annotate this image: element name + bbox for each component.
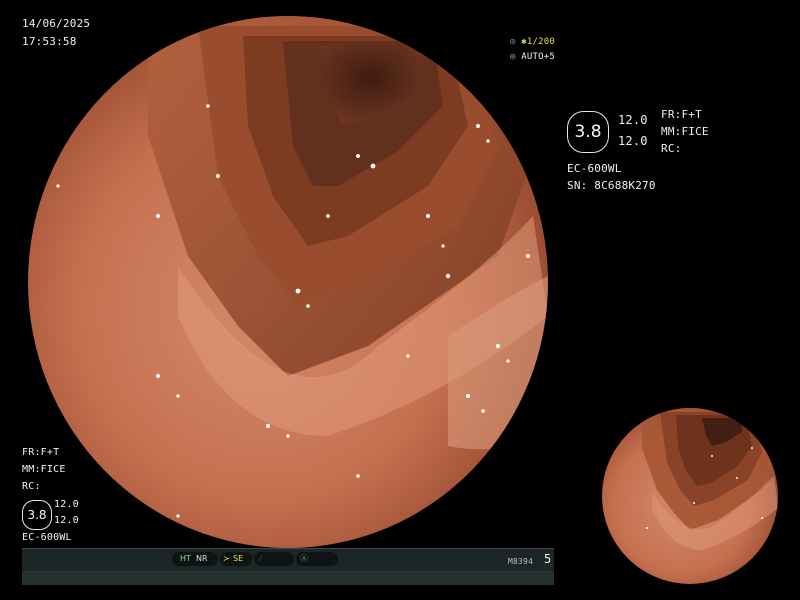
se-label: SE [233,554,244,563]
right-mm-label: MM:FICE [661,125,709,138]
nr-label: NR [196,554,208,563]
freeze-segment[interactable]: ⁄ [254,552,294,566]
left-scope-model-label: EC-600WL [22,532,72,543]
right-fr-label: FR:F+T [661,108,702,121]
time-label: 17:53:58 [22,35,77,48]
left-value-1: 12.0 [54,499,79,510]
se-segment[interactable]: ≻ SE [220,552,252,566]
left-mm-label: MM:FICE [22,464,66,475]
record-icon: Ⓐ [300,554,308,563]
right-value-2: 12.0 [618,134,648,148]
date-label: 14/06/2025 [22,17,91,30]
right-rc-label: RC: [661,142,682,155]
ht-label: HT [180,554,191,563]
right-value-1: 12.0 [618,113,648,127]
left-value-2: 12.0 [54,515,79,526]
endoscope-thumbnail-view[interactable] [602,408,778,584]
page-number: 5 [544,552,552,566]
status-bar-lower [22,571,554,585]
brightness-icon: ◎ [510,52,516,62]
shutter-readout: ◎ ✱1/200 [510,37,555,47]
endoscope-main-view [28,16,548,548]
se-icon: ≻ [223,554,230,563]
aperture-icon: ◎ [510,37,516,47]
scope-serial-label: SN: 8C688K270 [567,179,656,192]
auto-readout: ◎ AUTO+5 [510,52,555,62]
scope-model-label: EC-600WL [567,162,622,175]
status-bar: HT NR ≻ SE ⁄ Ⓐ M8394 5 [22,548,554,585]
ht-nr-segment[interactable]: HT NR [172,552,218,566]
left-rc-label: RC: [22,481,41,492]
record-segment[interactable]: Ⓐ [296,552,338,566]
code-label: M8394 [508,557,534,566]
left-structure-level-badge: 3.8 [22,500,52,530]
structure-level-badge: 3.8 [567,111,609,153]
slash-icon: ⁄ [260,554,262,563]
left-fr-label: FR:F+T [22,447,60,458]
